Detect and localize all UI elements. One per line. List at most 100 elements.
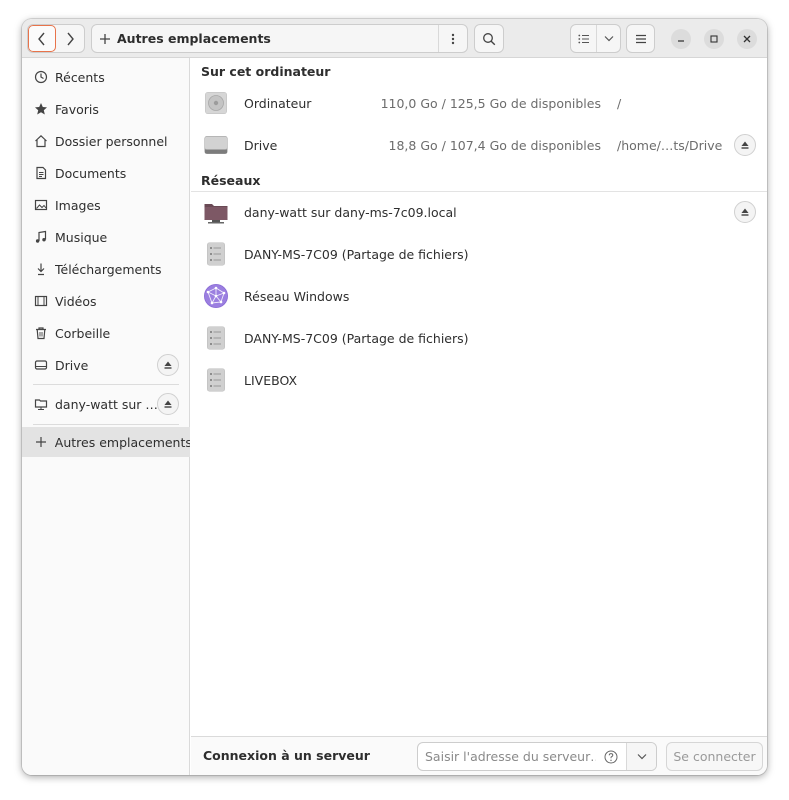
search-button[interactable] xyxy=(474,24,504,53)
search-icon xyxy=(483,32,496,45)
sidebar-item-label: Dossier personnel xyxy=(55,133,168,149)
sidebar-item-favoris[interactable]: Favoris xyxy=(22,94,190,124)
sidebar-item-label: Corbeille xyxy=(55,325,111,341)
sidebar-item-label: Images xyxy=(55,197,101,213)
path-label: Autres emplacements xyxy=(117,31,271,46)
location-name: Drive xyxy=(244,137,278,153)
navigation-buttons xyxy=(27,24,85,53)
location-free-space: 110,0 Go / 125,5 Go de disponibles xyxy=(380,95,601,111)
location-name: Ordinateur xyxy=(244,95,312,111)
sidebar-item-telechargements[interactable]: Téléchargements xyxy=(22,254,190,284)
sidebar-item-home[interactable]: Dossier personnel xyxy=(22,126,190,156)
section-header-computer: Sur cet ordinateur xyxy=(201,64,331,79)
clock-icon xyxy=(33,69,49,85)
connect-to-server-label: Connexion à un serveur xyxy=(203,748,370,763)
eject-network-share-button[interactable] xyxy=(734,201,756,223)
locations-view: Sur cet ordinateur Ordinateur 110,0 Go /… xyxy=(191,58,767,736)
maximize-icon xyxy=(710,35,718,43)
sidebar-item-images[interactable]: Images xyxy=(22,190,190,220)
video-icon xyxy=(33,293,49,309)
sidebar-item-label: Récents xyxy=(55,69,105,85)
sidebar-separator xyxy=(33,424,179,425)
hamburger-menu-icon xyxy=(635,34,646,43)
home-icon xyxy=(33,133,49,149)
sidebar-item-recents[interactable]: Récents xyxy=(22,62,190,92)
location-name: DANY-MS-7C09 (Partage de fichiers) xyxy=(244,330,469,346)
sidebar-separator xyxy=(33,384,179,385)
eject-icon xyxy=(741,141,749,149)
location-free-space: 18,8 Go / 107,4 Go de disponibles xyxy=(388,137,601,153)
music-icon xyxy=(33,229,49,245)
sidebar-item-label: Vidéos xyxy=(55,293,97,309)
location-name: dany-watt sur dany-ms-7c09.local xyxy=(244,204,457,220)
minimize-button[interactable] xyxy=(671,29,691,49)
location-row-drive[interactable]: Drive 18,8 Go / 107,4 Go de disponibles … xyxy=(191,124,767,166)
location-name: LIVEBOX xyxy=(244,372,298,388)
location-name: Réseau Windows xyxy=(244,288,350,304)
location-row-ordinateur[interactable]: Ordinateur 110,0 Go / 125,5 Go de dispon… xyxy=(191,82,767,124)
plus-icon xyxy=(33,434,49,450)
sidebar-item-label: Documents xyxy=(55,165,127,181)
back-button[interactable] xyxy=(28,25,57,52)
sidebar-item-musique[interactable]: Musique xyxy=(22,222,190,252)
list-view-button[interactable] xyxy=(571,25,596,52)
drive-icon xyxy=(204,136,228,154)
eject-network-share-button[interactable] xyxy=(157,393,179,415)
server-address-combo xyxy=(417,742,657,771)
view-options-dropdown[interactable] xyxy=(596,25,620,52)
location-row-network-share[interactable]: dany-watt sur dany-ms-7c09.local xyxy=(191,191,767,233)
eject-icon xyxy=(164,400,172,408)
sidebar-item-label: Autres emplacements xyxy=(54,434,190,450)
eject-drive-button[interactable] xyxy=(734,134,756,156)
network-globe-icon xyxy=(204,284,228,308)
minimize-icon xyxy=(678,40,684,42)
sidebar-item-corbeille[interactable]: Corbeille xyxy=(22,318,190,348)
server-icon xyxy=(207,242,225,266)
forward-button[interactable] xyxy=(56,25,84,52)
eject-drive-button[interactable] xyxy=(157,354,179,376)
recent-servers-dropdown[interactable] xyxy=(626,743,656,770)
help-button[interactable] xyxy=(596,743,626,770)
eject-icon xyxy=(741,208,749,216)
help-icon xyxy=(604,750,618,763)
location-row-server[interactable]: DANY-MS-7C09 (Partage de fichiers) xyxy=(191,233,767,275)
star-icon xyxy=(33,101,49,117)
sidebar: Récents Favoris Dossier personnel Docume… xyxy=(22,58,190,775)
sidebar-item-videos[interactable]: Vidéos xyxy=(22,286,190,316)
sidebar-item-network-share[interactable]: dany-watt sur … xyxy=(22,389,190,419)
chevron-down-icon xyxy=(604,36,614,42)
close-button[interactable] xyxy=(737,29,757,49)
sidebar-item-label: Drive xyxy=(55,357,89,373)
sidebar-item-documents[interactable]: Documents xyxy=(22,158,190,188)
close-icon xyxy=(743,35,751,43)
network-folder-icon xyxy=(33,396,49,412)
location-name: DANY-MS-7C09 (Partage de fichiers) xyxy=(244,246,469,262)
sidebar-item-label: Favoris xyxy=(55,101,99,117)
location-row-server[interactable]: DANY-MS-7C09 (Partage de fichiers) xyxy=(191,317,767,359)
chevron-down-icon xyxy=(637,754,646,760)
disk-icon xyxy=(205,92,227,114)
sidebar-item-label: Téléchargements xyxy=(55,261,162,277)
path-menu-button[interactable] xyxy=(438,25,467,52)
file-manager-window: Autres emplacements Récents Favoris Doss… xyxy=(22,19,767,775)
main-menu-button[interactable] xyxy=(626,24,655,53)
location-path: /home/…ts/Drive xyxy=(617,137,723,153)
location-row-windows-network[interactable]: Réseau Windows xyxy=(191,275,767,317)
location-row-livebox[interactable]: LIVEBOX xyxy=(191,359,767,401)
path-bar[interactable]: Autres emplacements xyxy=(91,24,468,53)
plus-icon xyxy=(92,25,117,52)
header-bar: Autres emplacements xyxy=(22,19,767,58)
sidebar-item-label: Musique xyxy=(55,229,108,245)
download-icon xyxy=(33,261,49,277)
server-address-input[interactable] xyxy=(418,743,596,770)
connect-button[interactable]: Se connecter xyxy=(666,742,763,771)
section-header-networks: Réseaux xyxy=(201,173,261,188)
vertical-dots-icon xyxy=(451,33,455,44)
maximize-button[interactable] xyxy=(704,29,724,49)
server-icon xyxy=(207,326,225,350)
sidebar-item-other-locations[interactable]: Autres emplacements xyxy=(22,427,190,457)
network-folder-icon xyxy=(204,204,228,224)
sidebar-item-drive[interactable]: Drive xyxy=(22,350,190,380)
view-toggle-group xyxy=(570,24,621,53)
trash-icon xyxy=(33,325,49,341)
